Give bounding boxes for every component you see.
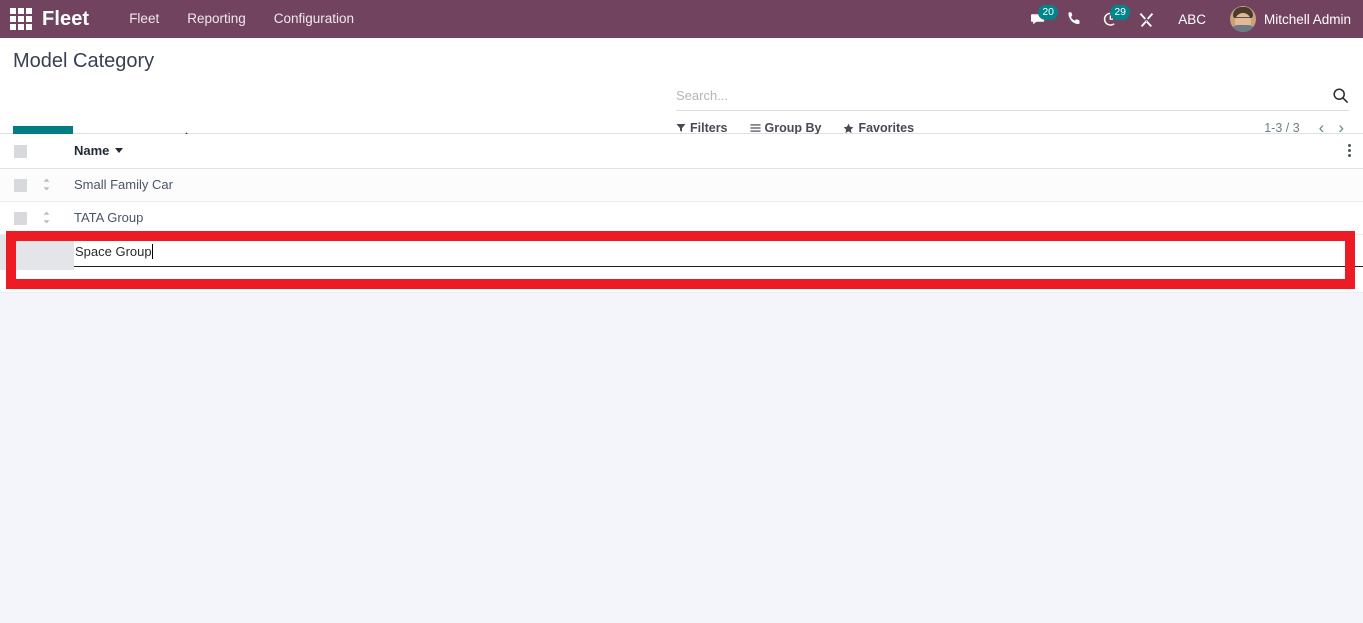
brand-fleet[interactable]: Fleet <box>42 8 89 31</box>
row-checkbox[interactable] <box>14 179 27 193</box>
column-header-name: Name <box>74 134 1335 168</box>
activities-badge: 29 <box>1110 5 1131 20</box>
abc-menu[interactable]: ABC <box>1164 12 1220 27</box>
filters-button[interactable]: Filters <box>676 121 728 135</box>
group-by-button[interactable]: Group By <box>750 121 822 135</box>
editing-row-gutter <box>0 234 74 270</box>
chevron-left-icon[interactable]: ‹ <box>1314 119 1330 136</box>
row-options-cell <box>1335 168 1363 201</box>
menu-item-reporting[interactable]: Reporting <box>173 0 260 38</box>
select-all-checkbox[interactable] <box>14 145 27 159</box>
chevron-right-icon[interactable]: › <box>1333 119 1349 136</box>
messages-button[interactable]: 20 <box>1020 0 1059 38</box>
row-select-cell <box>0 168 42 201</box>
column-name-label: Name <box>74 143 110 159</box>
table-row[interactable]: Small Family Car <box>0 168 1363 201</box>
table-header-row: Name <box>0 134 1363 168</box>
phone-button[interactable] <box>1056 0 1092 38</box>
filter-funnel-icon <box>676 124 686 132</box>
messages-badge: 20 <box>1038 5 1059 20</box>
group-by-icon <box>750 124 761 132</box>
search-row <box>676 87 1349 111</box>
apps-grid-icon[interactable] <box>8 6 34 32</box>
chevron-down-icon <box>115 148 124 154</box>
list-view: Name Small Family Car TATA Group Space G… <box>0 134 1363 293</box>
control-panel: Model Category SAVE DISCARD <box>0 38 1363 154</box>
page-title: Model Category <box>13 50 155 72</box>
user-name: Mitchell Admin <box>1263 11 1351 27</box>
name-input-value: Space Group <box>75 244 152 260</box>
optional-columns-cell <box>1335 134 1363 168</box>
search-input[interactable] <box>676 88 1324 103</box>
add-record-row[interactable] <box>0 270 1363 293</box>
phone-icon <box>1068 12 1080 25</box>
text-cursor <box>151 244 153 260</box>
table-row[interactable]: TATA Group <box>0 201 1363 234</box>
avatar <box>1229 6 1256 32</box>
editing-name-cell[interactable]: Space Group <box>74 234 1363 270</box>
activities-button[interactable]: 29 <box>1092 0 1131 38</box>
row-name-cell[interactable]: Small Family Car <box>74 168 1335 201</box>
handle-header-cell <box>42 134 74 168</box>
filters-label: Filters <box>690 121 728 135</box>
search-area: Filters Group By Favorites 1-3 / 3 ‹ <box>676 87 1349 136</box>
pager: 1-3 / 3 ‹ › <box>1264 119 1349 136</box>
row-name-cell[interactable]: TATA Group <box>74 201 1335 234</box>
wrench-tools-icon <box>1139 12 1153 27</box>
row-drag-handle[interactable] <box>42 201 74 234</box>
filters-row: Filters Group By Favorites 1-3 / 3 ‹ › <box>676 119 1349 136</box>
favorites-label: Favorites <box>858 121 915 135</box>
debug-tools-button[interactable] <box>1128 0 1164 38</box>
star-icon <box>844 123 854 133</box>
records-table: Name Small Family Car TATA Group Space G… <box>0 134 1363 293</box>
menu-item-fleet[interactable]: Fleet <box>115 0 173 38</box>
row-checkbox[interactable] <box>14 212 27 226</box>
group-by-label: Group By <box>764 121 822 135</box>
kebab-menu-icon[interactable] <box>1335 144 1363 158</box>
top-navbar: Fleet Fleet Reporting Configuration 20 2… <box>0 0 1363 38</box>
navbar-right-group: 20 29 ABC Mitchell Admin <box>1020 0 1351 38</box>
editing-table-row[interactable]: Space Group <box>0 234 1363 270</box>
name-input-wrapper[interactable]: Space Group <box>74 237 1363 268</box>
search-icon[interactable] <box>1324 87 1349 104</box>
sort-by-name[interactable]: Name <box>74 143 124 159</box>
favorites-button[interactable]: Favorites <box>843 121 914 135</box>
pager-count[interactable]: 1-3 / 3 <box>1264 121 1299 135</box>
table-body: Small Family Car TATA Group Space Group <box>0 168 1363 293</box>
add-record-cell <box>0 270 1363 293</box>
row-select-cell <box>0 201 42 234</box>
row-options-cell <box>1335 201 1363 234</box>
user-menu[interactable]: Mitchell Admin <box>1220 6 1351 32</box>
select-all-cell <box>0 134 42 168</box>
menu-item-configuration[interactable]: Configuration <box>260 0 368 38</box>
row-drag-handle[interactable] <box>42 168 74 201</box>
